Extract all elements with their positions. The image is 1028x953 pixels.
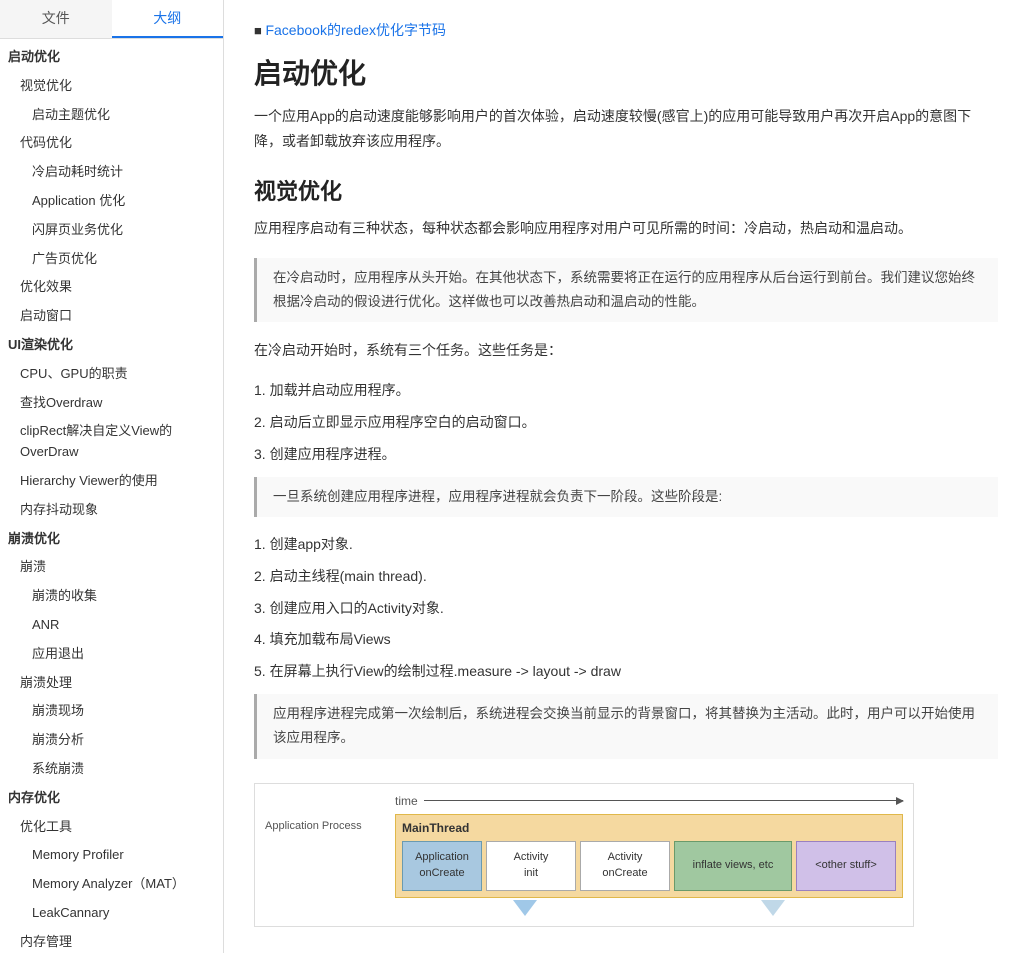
section1-title: 视觉优化: [254, 174, 998, 206]
sidebar-nav-item[interactable]: 启动优化: [0, 43, 223, 72]
box-activity-init: Activityinit: [486, 841, 576, 891]
blockquote2: 一旦系统创建应用程序进程，应用程序进程就会负责下一阶段。这些阶段是:: [254, 477, 998, 517]
sidebar-nav-item[interactable]: Memory Profiler: [0, 841, 223, 870]
sidebar-nav-item[interactable]: 崩溃优化: [0, 525, 223, 554]
sidebar-nav-item[interactable]: LeakCannary: [0, 899, 223, 928]
triangle1: [513, 900, 537, 916]
task-item: 1. 加载并启动应用程序。: [254, 379, 998, 403]
stage-item: 3. 创建应用入口的Activity对象.: [254, 597, 998, 621]
sidebar-nav-item[interactable]: 广告页优化: [0, 245, 223, 274]
sidebar-nav-item[interactable]: ANR: [0, 611, 223, 640]
tab-outline[interactable]: 大纲: [112, 0, 224, 38]
sidebar: 文件 大纲 启动优化视觉优化启动主题优化代码优化冷启动耗时统计Applicati…: [0, 0, 224, 953]
diagram-body: Application Process MainThread Applicati…: [265, 814, 903, 898]
blockquote1: 在冷启动时，应用程序从头开始。在其他状态下，系统需要将正在运行的应用程序从后台运…: [254, 258, 998, 323]
sidebar-nav-item[interactable]: 崩溃分析: [0, 726, 223, 755]
box-inflate-views: inflate views, etc: [674, 841, 792, 891]
section1-intro: 应用程序启动有三种状态，每种状态都会影响应用程序对用户可见所需的时间：冷启动，热…: [254, 216, 998, 241]
task-item: 3. 创建应用程序进程。: [254, 443, 998, 467]
tab-file[interactable]: 文件: [0, 0, 112, 38]
sidebar-tabs: 文件 大纲: [0, 0, 223, 39]
main-content: ■ Facebook的redex优化字节码 启动优化 一个应用App的启动速度能…: [224, 0, 1028, 953]
sidebar-nav-item[interactable]: 崩溃的收集: [0, 582, 223, 611]
thread-boxes: ApplicationonCreate Activityinit Activit…: [402, 841, 896, 891]
box-other-stuff: <other stuff>: [796, 841, 896, 891]
sidebar-nav-item[interactable]: 优化效果: [0, 273, 223, 302]
tasks-list: 1. 加载并启动应用程序。2. 启动后立即显示应用程序空白的启动窗口。3. 创建…: [274, 379, 998, 466]
sidebar-nav-item[interactable]: clipRect解决自定义View的OverDraw: [0, 417, 223, 467]
sidebar-nav-item[interactable]: Application 优化: [0, 187, 223, 216]
sidebar-nav-item[interactable]: UI渲染优化: [0, 331, 223, 360]
sidebar-nav-item[interactable]: 优化工具: [0, 813, 223, 842]
box-activity-oncreate: ActivityonCreate: [580, 841, 670, 891]
sidebar-nav-item[interactable]: 崩溃处理: [0, 669, 223, 698]
sidebar-nav-item[interactable]: 崩溃: [0, 553, 223, 582]
redex-link[interactable]: Facebook的redex优化字节码: [265, 22, 446, 38]
final-blockquote: 应用程序进程完成第一次绘制后，系统进程会交换当前显示的背景窗口，将其替换为主活动…: [254, 694, 998, 759]
sidebar-nav-item[interactable]: 视觉优化: [0, 72, 223, 101]
diagram-bottom: [265, 900, 903, 916]
time-row: time: [265, 794, 903, 808]
stage-item: 5. 在屏幕上执行View的绘制过程.measure -> layout -> …: [254, 660, 998, 684]
sidebar-nav-item[interactable]: 启动窗口: [0, 302, 223, 331]
startup-diagram: time Application Process MainThread Appl…: [254, 783, 914, 927]
time-label: time: [395, 794, 418, 808]
sidebar-nav-item[interactable]: 内存抖动现象: [0, 496, 223, 525]
diagram-content: MainThread ApplicationonCreate Activityi…: [395, 814, 903, 898]
sidebar-nav-item[interactable]: 查找Overdraw: [0, 389, 223, 418]
app-process-label: Application Process: [265, 820, 395, 832]
sidebar-nav-item[interactable]: 崩溃现场: [0, 697, 223, 726]
sidebar-nav-item[interactable]: 启动主题优化: [0, 101, 223, 130]
page-title: 启动优化: [254, 52, 998, 92]
main-thread-label: MainThread: [402, 821, 896, 835]
sidebar-nav-item[interactable]: 代码优化: [0, 129, 223, 158]
sidebar-nav-item[interactable]: Hierarchy Viewer的使用: [0, 467, 223, 496]
stage-item: 4. 填充加载布局Views: [254, 628, 998, 652]
sidebar-nav-item[interactable]: 闪屏页业务优化: [0, 216, 223, 245]
sidebar-nav-item[interactable]: 内存优化: [0, 784, 223, 813]
box-app-oncreate: ApplicationonCreate: [402, 841, 482, 891]
stage-item: 2. 启动主线程(main thread).: [254, 565, 998, 589]
sidebar-nav-item[interactable]: CPU、GPU的职责: [0, 360, 223, 389]
sidebar-nav-item[interactable]: Memory Analyzer（MAT）: [0, 870, 223, 899]
triangle2: [761, 900, 785, 916]
task-item: 2. 启动后立即显示应用程序空白的启动窗口。: [254, 411, 998, 435]
stage-item: 1. 创建app对象.: [254, 533, 998, 557]
sidebar-nav-item[interactable]: 系统崩溃: [0, 755, 223, 784]
sidebar-nav-item[interactable]: 内存管理: [0, 928, 223, 953]
cold-start-intro: 在冷启动开始时，系统有三个任务。这些任务是：: [254, 338, 998, 363]
sidebar-nav-item[interactable]: 应用退出: [0, 640, 223, 669]
intro-text: 一个应用App的启动速度能够影响用户的首次体验，启动速度较慢(感官上)的应用可能…: [254, 104, 998, 154]
sidebar-nav-item[interactable]: 冷启动耗时统计: [0, 158, 223, 187]
sidebar-nav: 启动优化视觉优化启动主题优化代码优化冷启动耗时统计Application 优化闪…: [0, 39, 223, 953]
time-arrow: [424, 800, 903, 801]
stages-list: 1. 创建app对象.2. 启动主线程(main thread).3. 创建应用…: [274, 533, 998, 684]
diagram-label-col: Application Process: [265, 814, 395, 898]
